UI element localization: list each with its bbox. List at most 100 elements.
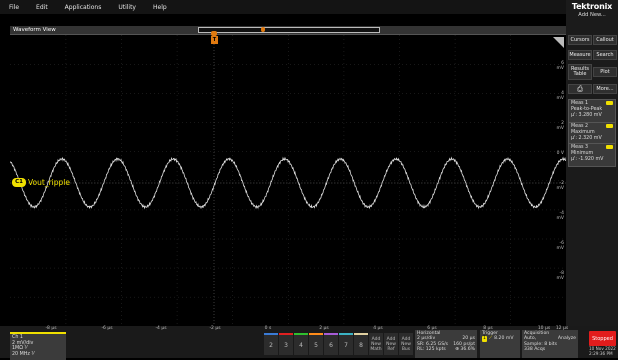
grid-dot xyxy=(194,122,195,123)
grid-dot xyxy=(242,296,243,298)
grid-dot xyxy=(343,35,345,36)
grid-dot xyxy=(74,209,75,211)
grid-dot xyxy=(518,64,519,65)
grid-dot xyxy=(434,296,435,298)
grid-dot xyxy=(399,275,400,276)
acquisition-badge[interactable]: Acquisition Auto, Analyze Sample: 8 bits… xyxy=(522,330,578,358)
grid-dot xyxy=(122,122,123,123)
cursors-button[interactable]: Cursors xyxy=(568,35,592,45)
grid-dot xyxy=(510,223,511,224)
grid-dot xyxy=(270,209,271,211)
grid-dot xyxy=(174,238,175,240)
grid-dot xyxy=(162,151,163,152)
grid-dot xyxy=(486,296,487,298)
waveform-plot[interactable] xyxy=(10,35,566,326)
grid-dot xyxy=(342,93,343,94)
screenshot-icon[interactable]: ⎙ xyxy=(568,84,592,94)
grid-dot xyxy=(502,180,503,182)
menu-file[interactable]: File xyxy=(0,4,19,11)
grid-dot xyxy=(490,151,491,152)
grid-dot xyxy=(58,296,59,298)
channel-5-button[interactable]: 5 xyxy=(309,333,323,355)
grid-dot xyxy=(343,147,345,148)
ch1-badge[interactable]: Ch 1 2 mV/div 1MΩ ⅟ 20 MHz ⅟ xyxy=(10,332,66,360)
grid-dot xyxy=(526,209,527,211)
grid-dot xyxy=(399,303,400,304)
grid-dot xyxy=(114,267,115,269)
ch1-offset-badge[interactable]: C1 xyxy=(12,178,26,187)
grid-dot xyxy=(322,267,323,269)
grid-dot xyxy=(482,180,483,182)
grid-dot xyxy=(366,209,367,211)
grid-dot xyxy=(474,209,475,211)
grid-dot xyxy=(418,238,419,240)
grid-dot xyxy=(65,243,67,244)
channel-7-button[interactable]: 7 xyxy=(339,333,353,355)
grid-dot xyxy=(418,93,419,94)
grid-dot xyxy=(288,131,289,132)
grid-dot xyxy=(366,296,367,298)
menu-applications[interactable]: Applications xyxy=(56,4,102,11)
channel-6-button[interactable]: 6 xyxy=(324,333,338,355)
grid-dot xyxy=(154,64,155,65)
add-new-ref-button[interactable]: Add New Ref xyxy=(384,333,398,355)
grid-dot xyxy=(65,323,67,324)
grid-dot xyxy=(176,323,178,324)
grid-dot xyxy=(198,122,199,123)
channel-4-button[interactable]: 4 xyxy=(294,333,308,355)
horizontal-badge[interactable]: Horizontal 2 μs/div 20 μs SR: 6.25 GS/s … xyxy=(415,330,477,358)
grid-dot xyxy=(65,231,67,232)
add-new-bus-button[interactable]: Add New Bus xyxy=(399,333,413,355)
grid-dot xyxy=(454,235,456,236)
grid-dot xyxy=(121,95,122,96)
grid-dot xyxy=(65,75,67,76)
grid-dot xyxy=(378,267,379,269)
channel-3-button[interactable]: 3 xyxy=(279,333,293,355)
grid-dot xyxy=(38,238,39,240)
trigger-marker[interactable]: T xyxy=(211,36,218,44)
record-overview-bar[interactable] xyxy=(198,27,380,33)
grid-dot xyxy=(510,87,511,88)
add-new-math-button[interactable]: Add New Math xyxy=(369,333,383,355)
grid-dot xyxy=(38,122,39,123)
grid-dot xyxy=(343,143,345,144)
grid-dot xyxy=(65,211,67,212)
grid-dot xyxy=(154,151,155,152)
channel-8-button[interactable]: 8 xyxy=(354,333,368,355)
grid-dot xyxy=(288,103,289,104)
menu-edit[interactable]: Edit xyxy=(27,4,48,11)
measurement-badge-1[interactable]: Meas 1 Peak-to-Peak μ': 3.280 mV xyxy=(568,99,616,123)
grid-dot xyxy=(65,235,67,236)
grid-dot xyxy=(462,209,463,211)
grid-dot xyxy=(458,64,459,65)
grid-dot xyxy=(510,235,511,236)
grid-dot xyxy=(121,63,122,64)
grid-dot xyxy=(232,271,233,272)
more-button[interactable]: More... xyxy=(593,84,617,94)
grid-dot xyxy=(378,151,379,152)
plot-button[interactable]: Plot xyxy=(593,67,617,77)
grid-dot xyxy=(110,64,111,65)
menu-help[interactable]: Help xyxy=(144,4,167,11)
y-tick: -4 mV xyxy=(556,211,564,221)
run-stop-status-button[interactable]: Stopped xyxy=(589,331,616,346)
grid-dot xyxy=(206,209,207,211)
grid-dot xyxy=(288,163,289,164)
results-table-button[interactable]: Results Table xyxy=(568,64,592,80)
grid-dot xyxy=(288,263,289,264)
grid-dot xyxy=(343,315,345,316)
channel-2-button[interactable]: 2 xyxy=(264,333,278,355)
measure-button[interactable]: Measure xyxy=(568,50,592,60)
callout-button[interactable]: Callout xyxy=(593,35,617,45)
grid-dot xyxy=(65,35,67,36)
trigger-badge[interactable]: Trigger 1 ⟋ 8.20 mV xyxy=(480,330,520,358)
grid-dot xyxy=(70,64,71,65)
grid-dot xyxy=(121,71,122,72)
horizontal-record-length: RL: 125 kpts xyxy=(417,346,446,352)
search-button[interactable]: Search xyxy=(593,50,617,60)
grid-dot xyxy=(288,155,289,156)
grid-dot xyxy=(454,75,456,76)
menu-utility[interactable]: Utility xyxy=(109,4,136,11)
view-corner-icon[interactable] xyxy=(553,37,564,48)
measurement-badge-3[interactable]: Meas 3 Minimum μ': -1.920 mV xyxy=(568,143,616,167)
